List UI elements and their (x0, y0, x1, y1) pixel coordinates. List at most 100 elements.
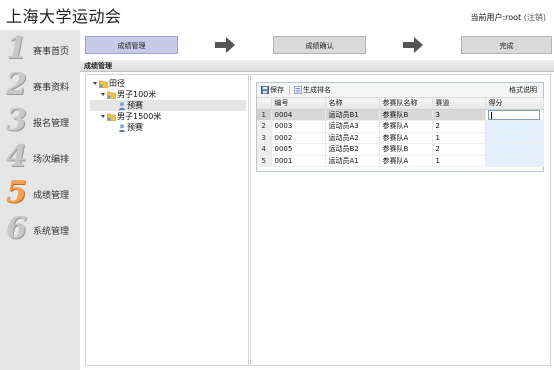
tree-node-label: 男子100米 (117, 90, 157, 99)
collapse-icon[interactable] (101, 93, 105, 96)
header-lane[interactable]: 赛道 (432, 98, 486, 110)
cell-lane: 2 (432, 143, 486, 156)
cell-id: 0005 (271, 143, 326, 156)
sidebar-item-registration[interactable]: 3 报名管理 (0, 106, 80, 136)
cell-lane: 3 (432, 109, 486, 121)
header-team[interactable]: 参赛队名称 (379, 98, 433, 110)
cell-id: 0003 (271, 120, 326, 133)
person-icon (118, 123, 126, 132)
folder-icon (99, 80, 108, 88)
cell-name: 运动员B2 (325, 143, 380, 156)
cell-score[interactable] (485, 109, 544, 121)
tree-node-1500m[interactable]: 男子1500米 (101, 111, 161, 122)
ranking-icon (294, 86, 302, 94)
user-prefix: 当前用户: (470, 13, 506, 22)
format-help-link[interactable]: 格式说明 (509, 85, 537, 95)
collapse-icon[interactable] (101, 115, 105, 118)
cell-name: 运动员A3 (325, 120, 380, 133)
sidebar-item-system[interactable]: 6 系统管理 (0, 214, 80, 244)
save-icon (261, 86, 269, 94)
sidebar-item-label: 赛事资料 (33, 83, 70, 93)
results-table: 编号 名称 参赛队名称 赛道 得分 1 0004 运动员B1 参赛队B 3 2 (257, 98, 544, 167)
row-number: 4 (257, 143, 272, 156)
folder-icon (107, 91, 116, 99)
step-number-2: 2 (6, 67, 27, 102)
sidebar-item-scheduling[interactable]: 4 场次编排 (0, 142, 80, 172)
cell-lane: 1 (432, 132, 486, 144)
table-row[interactable]: 5 0001 运动员A1 参赛队A 1 (257, 155, 544, 167)
cell-team: 参赛队A (379, 120, 433, 133)
row-number: 1 (257, 109, 272, 121)
logout-link[interactable]: (注销) (524, 13, 546, 22)
results-grid: 保存 生成排名 格式说明 编号 名称 参赛队名称 赛道 得分 1 0004 运动… (256, 82, 544, 172)
sidebar-item-event-info[interactable]: 2 赛事资料 (0, 70, 80, 100)
generate-ranking-label: 生成排名 (303, 86, 331, 94)
person-icon (118, 101, 126, 110)
step-results-entry[interactable]: 成绩管理 (85, 36, 178, 54)
cell-score[interactable] (485, 143, 544, 156)
sidebar-item-home[interactable]: 1 赛事首页 (0, 34, 80, 64)
cell-lane: 2 (432, 120, 486, 133)
table-row[interactable]: 4 0005 运动员B2 参赛队B 2 (257, 143, 544, 156)
tree-node-100m-heat[interactable]: 预赛 (90, 100, 246, 111)
tree-node-track[interactable]: 田径 (93, 78, 125, 89)
grid-toolbar: 保存 生成排名 格式说明 (257, 83, 543, 98)
header-name[interactable]: 名称 (325, 98, 380, 110)
arrow-right-icon (215, 37, 235, 53)
row-number: 5 (257, 155, 272, 167)
header-row-number (257, 98, 272, 110)
header-score[interactable]: 得分 (485, 98, 544, 110)
table-row[interactable]: 2 0003 运动员A3 参赛队A 2 (257, 120, 544, 133)
cell-team: 参赛队B (379, 143, 433, 156)
sidebar-item-label: 成绩管理 (33, 191, 70, 201)
cell-name: 运动员A2 (325, 132, 380, 144)
score-input[interactable] (487, 109, 540, 120)
step-number-4: 4 (6, 139, 27, 174)
table-row[interactable]: 1 0004 运动员B1 参赛队B 3 (257, 109, 544, 121)
cell-score[interactable] (485, 120, 544, 133)
cell-lane: 1 (432, 155, 486, 167)
sidebar-item-results[interactable]: 5 成绩管理 (0, 178, 80, 208)
sidebar-item-label: 系统管理 (33, 227, 70, 237)
cell-name: 运动员A1 (325, 155, 380, 167)
tree-node-100m[interactable]: 男子100米 (101, 89, 156, 100)
cell-id: 0001 (271, 155, 326, 167)
sidebar-item-label: 场次编排 (33, 155, 70, 165)
user-info: 当前用户:root (注销) (470, 12, 546, 23)
user-name: root (505, 13, 522, 22)
step-number-3: 3 (6, 103, 27, 138)
step-number-1: 1 (6, 31, 27, 66)
tree-node-label: 预赛 (127, 123, 143, 132)
sidebar: 1 赛事首页 2 赛事资料 3 报名管理 4 场次编排 5 成绩管理 6 系统管… (0, 30, 80, 370)
panel-title: 成绩管理 (80, 60, 554, 72)
row-number: 3 (257, 132, 272, 144)
step-number-5: 5 (6, 175, 27, 210)
cell-name: 运动员B1 (325, 109, 380, 121)
cell-id: 0002 (271, 132, 326, 144)
cell-team: 参赛队B (379, 109, 433, 121)
collapse-icon[interactable] (93, 82, 97, 85)
cell-team: 参赛队A (379, 155, 433, 167)
save-label: 保存 (270, 86, 284, 94)
app-title: 上海大学运动会 (6, 7, 122, 26)
header-id[interactable]: 编号 (271, 98, 326, 110)
step-number-6: 6 (6, 211, 27, 246)
toolbar-divider (289, 86, 290, 95)
table-header-row: 编号 名称 参赛队名称 赛道 得分 (257, 98, 544, 110)
sidebar-item-label: 报名管理 (33, 119, 70, 129)
event-tree: 田径 男子100米 预赛 男子1500米 预赛 (85, 74, 249, 366)
save-button[interactable]: 保存 (261, 85, 284, 95)
tree-node-label: 预赛 (127, 101, 143, 110)
text-cursor (490, 111, 492, 119)
table-row[interactable]: 3 0002 运动员A2 参赛队A 1 (257, 132, 544, 144)
cell-score[interactable] (485, 155, 544, 167)
generate-ranking-button[interactable]: 生成排名 (294, 85, 331, 95)
tree-node-label: 男子1500米 (117, 112, 162, 121)
step-done[interactable]: 完成 (461, 36, 552, 54)
step-results-confirm[interactable]: 成绩确认 (273, 36, 366, 54)
cell-score[interactable] (485, 132, 544, 144)
tree-node-1500m-heat[interactable]: 预赛 (118, 122, 143, 133)
results-panel: 保存 生成排名 格式说明 编号 名称 参赛队名称 赛道 得分 1 0004 运动… (250, 74, 551, 366)
cell-id: 0004 (271, 109, 326, 121)
row-number: 2 (257, 120, 272, 133)
